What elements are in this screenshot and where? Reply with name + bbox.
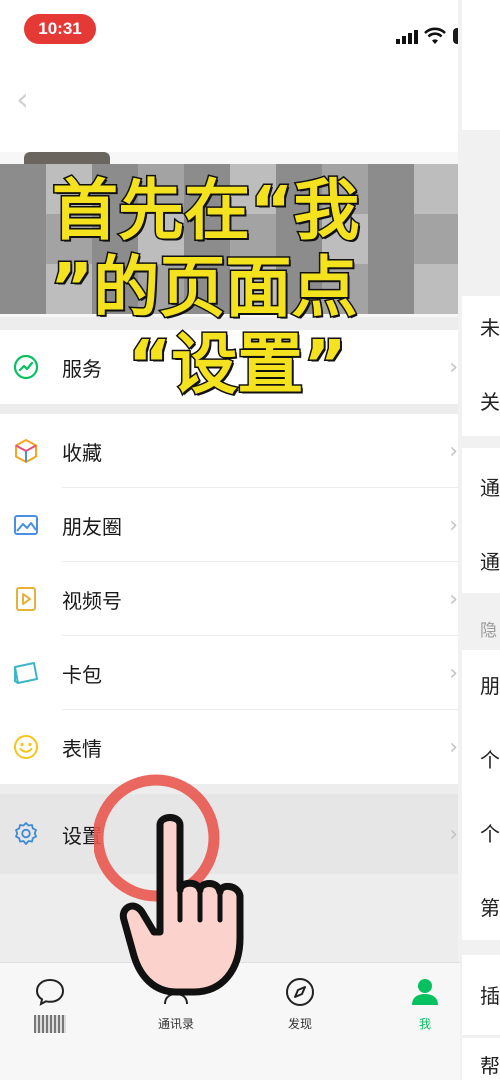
menu-item-stickers[interactable]: 表情 › (0, 710, 460, 784)
tab-contacts[interactable]: 通讯录 (136, 975, 216, 1032)
chevron-right-icon: › (449, 734, 458, 760)
tab-label-me: 我 (418, 1017, 431, 1031)
chevron-right-icon: › (449, 354, 458, 380)
overlay-caption-line-1: 首先在“我 (50, 172, 360, 249)
panel-text: 通 (480, 476, 500, 500)
panel-text: 朋 (480, 674, 500, 698)
tab-me[interactable]: 我 (385, 975, 465, 1032)
services-icon (13, 354, 39, 380)
menu-label-channels: 视频号 (62, 588, 122, 613)
me-icon (412, 979, 438, 1005)
overlay-caption-line-3: “设置” (127, 326, 349, 403)
panel-text: 插 (480, 984, 500, 1008)
panel-text: 未 (480, 316, 500, 340)
chevron-right-icon: › (449, 586, 458, 612)
chevron-right-icon: › (449, 821, 458, 847)
moments-icon (14, 515, 38, 535)
cellular-signal-icon (396, 30, 418, 44)
menu-item-settings[interactable]: 设置 › (0, 794, 460, 874)
wifi-icon (424, 27, 446, 44)
panel-text: 个 (480, 822, 500, 846)
panel-text: 个 (480, 748, 500, 772)
tab-label-chats (34, 1015, 66, 1033)
settings-group: 设置 › (0, 794, 460, 874)
menu-label-stickers: 表情 (62, 736, 102, 761)
back-chevron-icon[interactable]: ‹ (16, 80, 29, 118)
chats-icon (35, 978, 65, 1006)
status-time: 10:31 (24, 14, 96, 44)
channels-icon (16, 587, 36, 611)
contacts-icon (164, 980, 188, 1005)
settings-icon (15, 822, 37, 845)
menu-item-card-wallet[interactable]: 卡包 › (0, 636, 460, 710)
favorites-icon (15, 438, 37, 464)
panel-text: 隐 (480, 621, 497, 641)
card-wallet-icon (14, 662, 38, 684)
panel-text: 帮 (480, 1054, 500, 1078)
overlay-caption-line-2: ”的页面点 (48, 249, 358, 326)
discover-icon (286, 978, 314, 1006)
background-settings-panel: 未 关 通 通 隐 朋 个 个 第 插 帮 (458, 0, 500, 1080)
menu-label-services: 服务 (62, 356, 102, 381)
chevron-right-icon: › (449, 512, 458, 538)
stickers-icon (14, 735, 38, 759)
menu-item-channels[interactable]: 视频号 › (0, 562, 460, 636)
panel-text: 第 (480, 896, 500, 920)
menu-item-favorites[interactable]: 收藏 › (0, 414, 460, 488)
menu-label-favorites: 收藏 (62, 440, 102, 465)
panel-text: 关 (480, 390, 500, 414)
status-bar: 10:31 78 (0, 0, 483, 62)
chevron-right-icon: › (449, 438, 458, 464)
tab-chats[interactable] (10, 975, 90, 1036)
panel-text: 通 (480, 550, 500, 574)
header-strip (0, 62, 460, 152)
menu-label-moments: 朋友圈 (62, 514, 122, 539)
chevron-right-icon: › (449, 660, 458, 686)
menu-label-settings: 设置 (62, 823, 102, 848)
tab-label-contacts: 通讯录 (157, 1017, 194, 1031)
tab-label-discover: 发现 (287, 1017, 312, 1031)
menu-label-card-wallet: 卡包 (62, 662, 102, 687)
tab-discover[interactable]: 发现 (260, 975, 340, 1032)
tab-bar: 通讯录 发现 我 (0, 962, 460, 1080)
main-menu-group: 收藏 › 朋友圈 › 视频号 › 卡包 › 表情 › (0, 414, 460, 784)
menu-item-moments[interactable]: 朋友圈 › (0, 488, 460, 562)
